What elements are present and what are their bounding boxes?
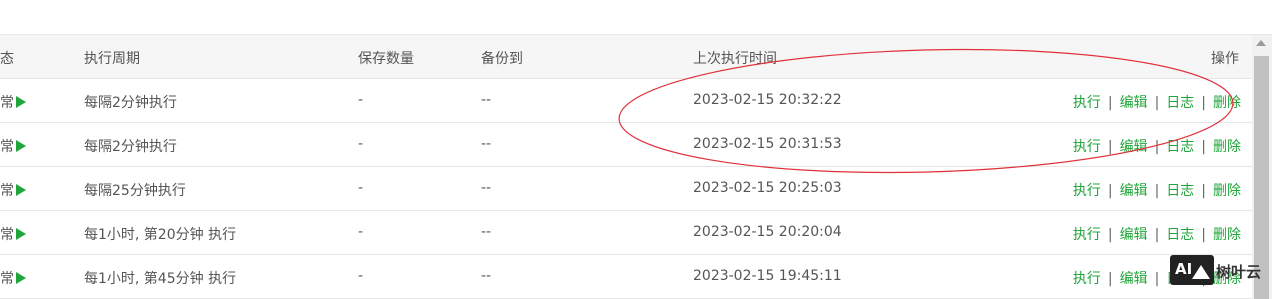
action-separator: | <box>1154 183 1160 199</box>
top-strip <box>0 0 1272 35</box>
action-separator: | <box>1154 227 1160 243</box>
header-actions: 操作 <box>1211 51 1239 67</box>
delete-link[interactable]: 删除 <box>1213 95 1241 111</box>
backup-to-cell: -- <box>481 180 492 196</box>
action-separator: | <box>1154 139 1160 155</box>
scroll-up-arrow-icon[interactable] <box>1256 40 1266 46</box>
period-cell: 每1小时, 第20分钟 执行 <box>84 227 237 243</box>
status-cell: 常 <box>0 224 26 244</box>
keep-cell: - <box>358 136 364 152</box>
period-cell: 每1小时, 第45分钟 执行 <box>84 271 237 287</box>
status-cell: 常 <box>0 268 26 288</box>
action-separator: | <box>1107 271 1113 287</box>
log-link[interactable]: 日志 <box>1166 183 1194 199</box>
row-actions: 执行 | 编辑 | 日志 | 删除 <box>1073 92 1241 112</box>
edit-link[interactable]: 编辑 <box>1120 139 1148 155</box>
keep-cell: - <box>358 268 364 284</box>
table-row: 常每隔25分钟执行 - -- 2023-02-15 20:25:03 执行 | 编辑 | 日志 |… <box>0 167 1252 211</box>
status-text: 常 <box>0 183 14 199</box>
backup-to-cell: -- <box>481 224 492 240</box>
table-row: 常每1小时, 第20分钟 执行 - -- 2023-02-15 20:20:04 执行 |… <box>0 211 1252 255</box>
row-actions: 执行 | 编辑 | 日志 | 删除 <box>1073 180 1241 200</box>
header-status[interactable]: 态 <box>0 48 14 68</box>
run-link[interactable]: 执行 <box>1073 139 1101 155</box>
play-icon[interactable] <box>16 228 26 240</box>
backup-to-cell: -- <box>481 92 492 108</box>
table-row: 常每隔2分钟执行 - -- 2023-02-15 20:31:53 执行 | 编辑 | 日志 | 删… <box>0 123 1252 167</box>
play-icon[interactable] <box>16 140 26 152</box>
action-separator: | <box>1201 95 1206 111</box>
period-cell: 每隔2分钟执行 <box>84 139 177 155</box>
run-link[interactable]: 执行 <box>1073 95 1101 111</box>
delete-link[interactable]: 删除 <box>1213 227 1241 243</box>
log-link[interactable]: 日志 <box>1166 95 1194 111</box>
action-separator: | <box>1154 95 1160 111</box>
run-link[interactable]: 执行 <box>1073 183 1101 199</box>
status-text: 常 <box>0 227 14 243</box>
keep-cell: - <box>358 224 364 240</box>
last-run-cell: 2023-02-15 20:20:04 <box>693 224 842 240</box>
delete-link[interactable]: 删除 <box>1213 139 1241 155</box>
status-text: 常 <box>0 271 14 287</box>
status-cell: 常 <box>0 92 26 112</box>
log-link[interactable]: 日志 <box>1166 139 1194 155</box>
play-icon[interactable] <box>16 184 26 196</box>
watermark-logo: AI <box>1170 255 1214 285</box>
row-actions: 执行 | 编辑 | 日志 | 删除 <box>1073 136 1241 156</box>
status-cell: 常 <box>0 180 26 200</box>
action-separator: | <box>1201 227 1206 243</box>
header-backup-to[interactable]: 备份到 <box>481 48 523 68</box>
edit-link[interactable]: 编辑 <box>1120 95 1148 111</box>
header-period[interactable]: 执行周期 <box>84 48 140 68</box>
action-separator: | <box>1154 271 1160 287</box>
action-separator: | <box>1107 227 1113 243</box>
last-run-cell: 2023-02-15 20:32:22 <box>693 92 842 108</box>
run-link[interactable]: 执行 <box>1073 227 1101 243</box>
watermark-text: 树叶云 <box>1216 263 1262 281</box>
action-separator: | <box>1107 183 1113 199</box>
mountain-icon <box>1192 265 1210 279</box>
watermark-logo-text: AI <box>1175 260 1193 278</box>
keep-cell: - <box>358 92 364 108</box>
last-run-cell: 2023-02-15 20:25:03 <box>693 180 842 196</box>
table-row: 常每1小时, 第45分钟 执行 - -- 2023-02-15 19:45:11 执行 |… <box>0 255 1252 299</box>
action-separator: | <box>1107 139 1113 155</box>
table-header: 态 执行周期 保存数量 备份到 上次执行时间 操作 <box>0 35 1252 79</box>
backup-to-cell: -- <box>481 136 492 152</box>
action-separator: | <box>1107 95 1113 111</box>
play-icon[interactable] <box>16 96 26 108</box>
status-cell: 常 <box>0 136 26 156</box>
cron-task-table: 态 执行周期 保存数量 备份到 上次执行时间 操作 常每隔2分钟执行 - -- 202… <box>0 35 1252 299</box>
status-text: 常 <box>0 95 14 111</box>
last-run-cell: 2023-02-15 20:31:53 <box>693 136 842 152</box>
keep-cell: - <box>358 180 364 196</box>
action-separator: | <box>1201 139 1206 155</box>
delete-link[interactable]: 删除 <box>1213 183 1241 199</box>
header-keep[interactable]: 保存数量 <box>358 48 414 68</box>
edit-link[interactable]: 编辑 <box>1120 227 1148 243</box>
header-last-run[interactable]: 上次执行时间 <box>693 48 777 68</box>
edit-link[interactable]: 编辑 <box>1120 183 1148 199</box>
run-link[interactable]: 执行 <box>1073 271 1101 287</box>
log-link[interactable]: 日志 <box>1166 227 1194 243</box>
status-text: 常 <box>0 139 14 155</box>
action-separator: | <box>1201 183 1206 199</box>
watermark: AI 树叶云 <box>1170 255 1270 291</box>
backup-to-cell: -- <box>481 268 492 284</box>
row-actions: 执行 | 编辑 | 日志 | 删除 <box>1073 224 1241 244</box>
edit-link[interactable]: 编辑 <box>1120 271 1148 287</box>
period-cell: 每隔2分钟执行 <box>84 95 177 111</box>
table-row: 常每隔2分钟执行 - -- 2023-02-15 20:32:22 执行 | 编辑 | 日志 | 删… <box>0 79 1252 123</box>
last-run-cell: 2023-02-15 19:45:11 <box>693 268 842 284</box>
period-cell: 每隔25分钟执行 <box>84 183 186 199</box>
play-icon[interactable] <box>16 272 26 284</box>
